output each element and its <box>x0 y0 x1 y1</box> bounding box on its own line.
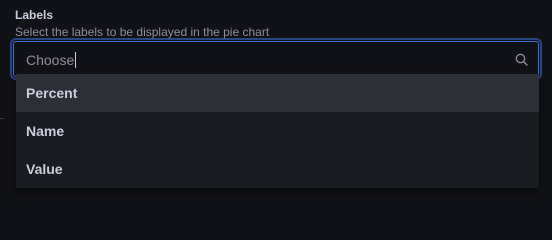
option-percent[interactable]: Percent <box>16 74 539 112</box>
field-description: Select the labels to be displayed in the… <box>15 25 270 39</box>
option-label: Value <box>26 161 63 177</box>
text-caret <box>75 52 77 68</box>
select-placeholder: Choose <box>26 52 75 68</box>
labels-field: Labels Select the labels to be displayed… <box>0 0 552 204</box>
search-icon <box>515 53 528 66</box>
options-menu: Percent Name Value <box>16 74 539 188</box>
option-label: Name <box>26 123 65 139</box>
option-label: Percent <box>26 85 78 101</box>
select-search-input[interactable]: Choose <box>26 51 77 69</box>
divider <box>0 118 4 119</box>
field-label: Labels <box>15 8 54 22</box>
option-name[interactable]: Name <box>16 112 539 150</box>
labels-select[interactable]: Choose <box>13 41 539 77</box>
option-value[interactable]: Value <box>16 150 539 188</box>
